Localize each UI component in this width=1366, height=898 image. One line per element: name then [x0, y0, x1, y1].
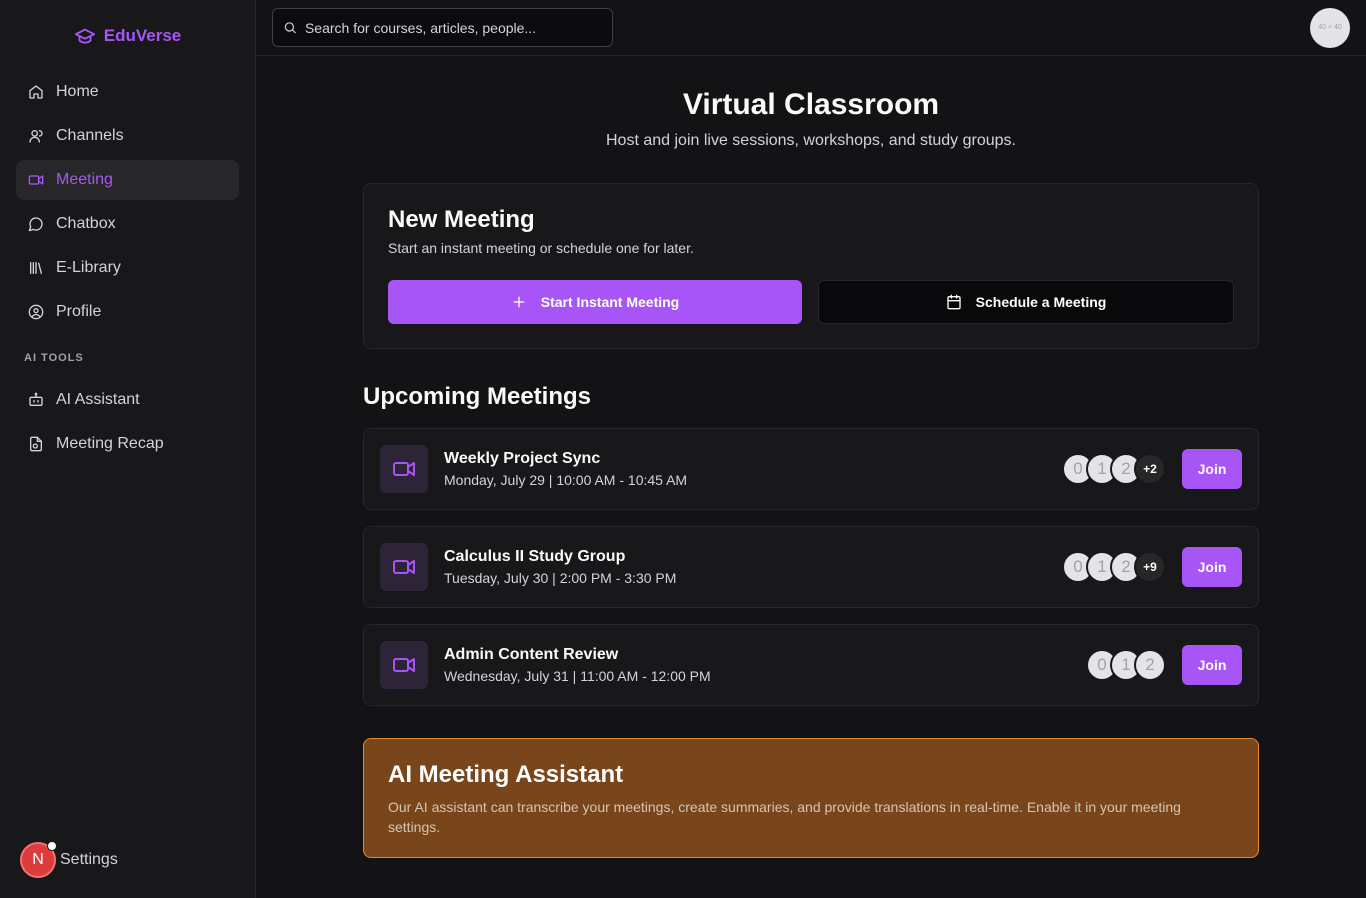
- schedule-meeting-button[interactable]: Schedule a Meeting: [818, 280, 1234, 324]
- ai-assistant-description: Our AI assistant can transcribe your mee…: [388, 799, 1181, 835]
- meeting-title: Admin Content Review: [444, 646, 619, 663]
- new-meeting-title: New Meeting: [388, 206, 535, 233]
- meeting-icon-box: [380, 641, 428, 689]
- avatar-letter: N: [32, 851, 44, 868]
- sidebar-item-label: Channels: [56, 127, 124, 144]
- avatar-placeholder-text: 40 × 40: [1318, 24, 1342, 31]
- more-participants-badge: +2: [1134, 453, 1166, 485]
- sidebar-item-label: AI Assistant: [56, 391, 140, 408]
- library-icon: [30, 262, 42, 274]
- video-icon: [28, 175, 44, 185]
- page-subtitle: Host and join live sessions, workshops, …: [606, 132, 1016, 149]
- meeting-icon-box: [380, 445, 428, 493]
- sidebar-item-settings[interactable]: N Settings: [20, 841, 118, 878]
- video-icon: [393, 560, 415, 574]
- sidebar: EduVerse Home Channels Meeting Chatbox E…: [0, 0, 256, 898]
- video-icon: [393, 658, 415, 672]
- meeting-time: Monday, July 29 | 10:00 AM - 10:45 AM: [444, 472, 688, 488]
- search-icon: [284, 22, 296, 34]
- sidebar-item-label: E-Library: [56, 259, 121, 276]
- sidebar-item-profile[interactable]: Profile: [16, 292, 239, 332]
- join-button[interactable]: Join: [1182, 449, 1242, 489]
- notification-avatar[interactable]: N: [20, 841, 57, 878]
- join-button[interactable]: Join: [1182, 547, 1242, 587]
- brand-name: EduVerse: [103, 26, 182, 45]
- participant-avatar: 2: [1134, 649, 1166, 681]
- sidebar-item-label: Meeting Recap: [56, 435, 164, 452]
- sidebar-item-label: Chatbox: [56, 215, 116, 232]
- meeting-time: Wednesday, July 31 | 11:00 AM - 12:00 PM: [444, 668, 711, 684]
- main-area: 40 × 40 Virtual Classroom Host and join …: [256, 0, 1366, 898]
- sidebar-item-label: Profile: [56, 303, 102, 320]
- plus-icon: [513, 296, 525, 308]
- search-input[interactable]: [304, 19, 602, 36]
- sidebar-item-elibrary[interactable]: E-Library: [16, 248, 239, 288]
- button-label: Schedule a Meeting: [975, 294, 1107, 310]
- sidebar-item-meeting-recap[interactable]: Meeting Recap: [16, 424, 239, 464]
- meeting-info: Weekly Project Sync Monday, July 29 | 10…: [444, 450, 1062, 488]
- page-title: Virtual Classroom: [682, 88, 940, 121]
- notification-dot: [47, 841, 57, 851]
- new-meeting-card: New Meeting Start an instant meeting or …: [363, 183, 1259, 349]
- settings-label: Settings: [60, 851, 118, 868]
- sidebar-item-chatbox[interactable]: Chatbox: [16, 204, 239, 244]
- meeting-icon-box: [380, 543, 428, 591]
- home-icon: [29, 85, 43, 99]
- sidebar-item-label: Meeting: [56, 171, 113, 188]
- meeting-info: Calculus II Study Group Tuesday, July 30…: [444, 548, 1062, 586]
- user-icon: [29, 130, 43, 143]
- sidebar-item-channels[interactable]: Channels: [16, 116, 239, 156]
- upcoming-meetings-title: Upcoming Meetings: [363, 383, 592, 410]
- user-circle-icon: [28, 304, 44, 320]
- search-box[interactable]: [272, 8, 613, 47]
- meeting-time: Tuesday, July 30 | 2:00 PM - 3:30 PM: [444, 570, 677, 586]
- sidebar-ai-nav: AI Assistant Meeting Recap: [0, 380, 255, 464]
- participant-avatars: 0 1 2: [1086, 649, 1166, 681]
- new-meeting-actions: Start Instant Meeting Schedule a Meeting: [388, 280, 1234, 324]
- more-participants-badge: +9: [1134, 551, 1166, 583]
- meeting-row: Weekly Project Sync Monday, July 29 | 10…: [363, 428, 1259, 510]
- participant-avatars: 0 1 2 +2: [1062, 453, 1166, 485]
- meeting-row: Calculus II Study Group Tuesday, July 30…: [363, 526, 1259, 608]
- new-meeting-subtitle: Start an instant meeting or schedule one…: [388, 240, 694, 256]
- calendar-icon: [946, 294, 961, 310]
- file-recap-icon: [30, 436, 42, 452]
- video-icon: [393, 462, 415, 476]
- sidebar-item-ai-assistant[interactable]: AI Assistant: [16, 380, 239, 420]
- user-avatar[interactable]: 40 × 40: [1310, 7, 1350, 48]
- meeting-title: Weekly Project Sync: [444, 450, 601, 467]
- meeting-row: Admin Content Review Wednesday, July 31 …: [363, 624, 1259, 706]
- sidebar-item-meeting[interactable]: Meeting: [16, 160, 239, 200]
- sidebar-nav: Home Channels Meeting Chatbox E-Library …: [0, 72, 255, 332]
- meeting-title: Calculus II Study Group: [444, 548, 626, 565]
- graduation-cap-icon: [74, 28, 95, 44]
- app-root: EduVerse Home Channels Meeting Chatbox E…: [0, 0, 1366, 898]
- ai-meeting-assistant-card: AI Meeting Assistant Our AI assistant ca…: [363, 738, 1259, 858]
- topbar: 40 × 40: [256, 0, 1366, 56]
- sidebar-item-home[interactable]: Home: [16, 72, 239, 112]
- bot-icon: [29, 392, 43, 406]
- section-label-ai-tools: AI TOOLS: [24, 352, 84, 364]
- meeting-info: Admin Content Review Wednesday, July 31 …: [444, 646, 1086, 684]
- button-label: Start Instant Meeting: [540, 294, 680, 310]
- brand-logo[interactable]: EduVerse: [0, 0, 255, 72]
- participant-avatars: 0 1 2 +9: [1062, 551, 1166, 583]
- start-instant-meeting-button[interactable]: Start Instant Meeting: [388, 280, 802, 324]
- ai-assistant-title: AI Meeting Assistant: [388, 761, 624, 788]
- sidebar-item-label: Home: [56, 83, 99, 100]
- join-button[interactable]: Join: [1182, 645, 1242, 685]
- chat-bubble-icon: [28, 217, 43, 232]
- page-content: Virtual Classroom Host and join live ses…: [363, 56, 1259, 858]
